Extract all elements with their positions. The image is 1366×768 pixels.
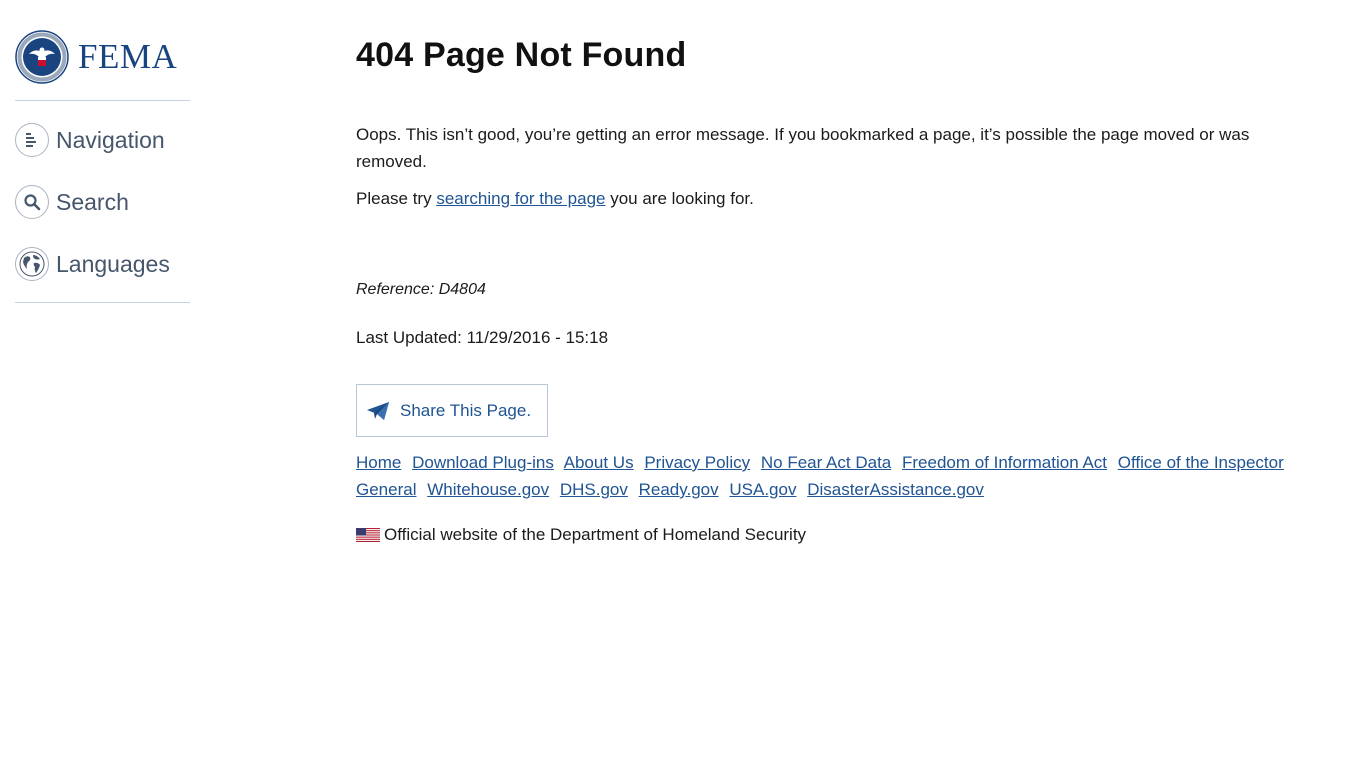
sidebar-item-label: Languages [56,250,170,277]
search-suggestion: Please try searching for the page you ar… [356,185,1316,212]
us-flag-icon [356,528,380,542]
navigation-menu-icon [15,123,49,157]
footer-link-foia[interactable]: Freedom of Information Act [902,453,1107,472]
footer-link-ready[interactable]: Ready.gov [639,480,719,499]
fema-logo[interactable]: FEMA [15,28,190,86]
error-message: Oops. This isn’t good, you’re getting an… [356,125,1250,171]
footer-link-usa[interactable]: USA.gov [729,480,796,499]
sidebar-item-navigation[interactable]: Navigation [15,109,190,171]
footer-link-disaster-assistance[interactable]: DisasterAssistance.gov [807,480,984,499]
sidebar-divider-top [15,100,190,101]
search-page-link[interactable]: searching for the page [436,189,605,208]
footer-link-privacy-policy[interactable]: Privacy Policy [644,453,750,472]
share-label: Share This Page. [400,400,532,420]
main-content: 404 Page Not Found Oops. This isn’t good… [356,36,1316,545]
sidebar-item-label: Navigation [56,126,165,153]
globe-icon [15,247,49,281]
sidebar-item-label: Search [56,188,129,215]
footer-link-about-us[interactable]: About Us [564,453,634,472]
share-page-button[interactable]: Share This Page. [356,384,549,437]
footer-link-whitehouse[interactable]: Whitehouse.gov [427,480,549,499]
paper-plane-icon [367,401,389,420]
sidebar-item-search[interactable]: Search [15,171,190,233]
last-updated: Last Updated: 11/29/2016 - 15:18 [356,328,609,347]
footer-link-no-fear-act[interactable]: No Fear Act Data [761,453,891,472]
search-icon [15,185,49,219]
reference-code: Reference: D4804 [356,281,486,298]
sidebar-item-languages[interactable]: Languages [15,233,190,295]
search-suggestion-before: Please try [356,189,437,208]
footer-link-dhs[interactable]: DHS.gov [560,480,628,499]
logo-text: FEMA [78,37,178,76]
footer-links: Home Download Plug-ins About Us Privacy … [356,449,1296,503]
official-website-notice: Official website of the Department of Ho… [356,525,1316,545]
dhs-seal-icon [15,30,69,84]
sidebar-divider-bottom [15,302,190,303]
footer-link-download-plugins[interactable]: Download Plug-ins [412,453,554,472]
footer-link-home[interactable]: Home [356,453,401,472]
sidebar-nav: Navigation Search Languages [15,109,190,295]
official-text: Official website of the Department of Ho… [384,525,807,544]
page-title: 404 Page Not Found [356,36,687,74]
search-suggestion-after: you are looking for. [605,189,754,208]
sidebar: FEMA Navigation Search Languages [15,28,190,303]
